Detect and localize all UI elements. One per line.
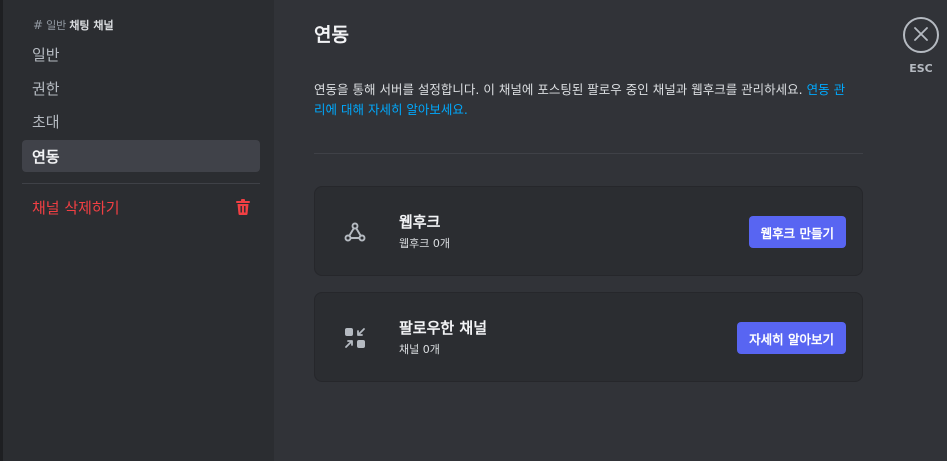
delete-channel-label: 채널 삭제하기 <box>32 198 120 217</box>
learn-more-button[interactable]: 자세히 알아보기 <box>737 322 846 354</box>
description-text: 연동을 통해 서버를 설정합니다. 이 채널에 포스팅된 팔로우 중인 채널과 … <box>314 82 803 97</box>
section-divider <box>314 153 863 154</box>
sidebar-item-integrations[interactable]: 연동 <box>22 140 260 172</box>
trash-icon <box>236 199 250 215</box>
settings-sidebar: # 일반 채팅 채널 일반 권한 초대 연동 채널 삭제하기 <box>3 0 274 461</box>
close-icon <box>914 26 928 45</box>
sidebar-header: # 일반 채팅 채널 <box>33 17 114 33</box>
webhooks-title: 웹후크 <box>399 213 441 231</box>
channel-name: 채팅 채널 <box>69 19 114 32</box>
create-webhook-button[interactable]: 웹후크 만들기 <box>748 216 846 248</box>
webhook-icon <box>343 220 367 244</box>
channel-hash-icon: # <box>33 18 44 32</box>
sidebar-item-permissions[interactable]: 권한 <box>22 72 260 104</box>
sidebar-item-label: 연동 <box>32 147 60 166</box>
learn-more-link-part1: 연동 관 <box>806 82 846 97</box>
followed-channels-count: 채널 0개 <box>399 343 440 356</box>
sidebar-item-label: 권한 <box>32 79 60 98</box>
webhooks-card: 웹후크 웹후크 0개 웹후크 만들기 <box>314 186 863 276</box>
follow-icon <box>343 326 367 350</box>
close-button[interactable] <box>903 17 939 53</box>
sidebar-item-label: 일반 <box>32 45 60 64</box>
sidebar-separator <box>22 183 260 184</box>
integrations-panel: 연동 연동을 통해 서버를 설정합니다. 이 채널에 포스팅된 팔로우 중인 채… <box>274 0 947 461</box>
sidebar-item-label: 초대 <box>32 112 60 131</box>
followed-channels-title: 팔로우한 채널 <box>399 319 488 337</box>
delete-channel-button[interactable]: 채널 삭제하기 <box>22 191 260 223</box>
followed-channels-card: 팔로우한 채널 채널 0개 자세히 알아보기 <box>314 292 863 382</box>
webhooks-count: 웹후크 0개 <box>399 237 450 250</box>
sidebar-item-invites[interactable]: 초대 <box>22 105 260 137</box>
page-title: 연동 <box>314 24 349 46</box>
sidebar-item-general[interactable]: 일반 <box>22 38 260 70</box>
learn-more-link-part2: 리에 대해 자세히 알아보세요. <box>314 102 468 117</box>
esc-label: ESC <box>909 62 933 75</box>
category-name: 일반 <box>46 19 67 32</box>
integrations-description: 연동을 통해 서버를 설정합니다. 이 채널에 포스팅된 팔로우 중인 채널과 … <box>314 80 866 120</box>
